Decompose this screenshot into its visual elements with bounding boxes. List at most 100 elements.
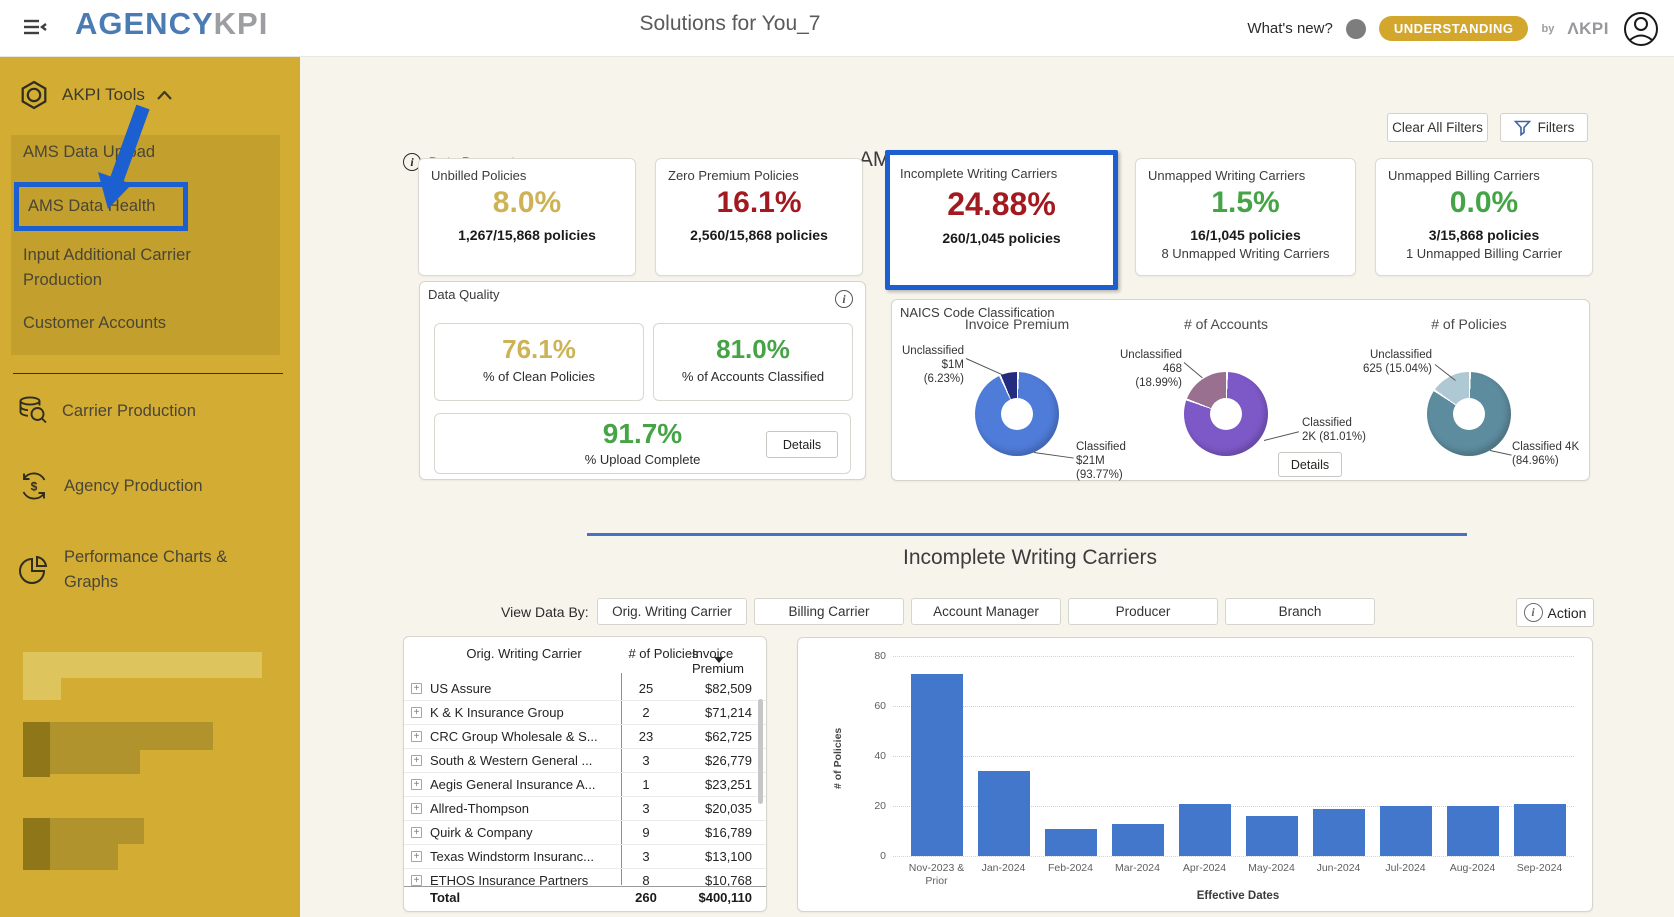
bar-series bbox=[903, 656, 1573, 856]
kpi-card-zero-premium-policies[interactable]: Zero Premium Policies 16.1% 2,560/15,868… bbox=[655, 158, 863, 276]
understanding-badge[interactable]: UNDERSTANDING bbox=[1378, 16, 1529, 41]
sidebar-item-label: Performance Charts & Graphs bbox=[64, 548, 228, 591]
top-header: AGENCYKPI Solutions for You_7 What's new… bbox=[0, 0, 1674, 57]
accounts-classified-metric[interactable]: 81.0% % of Accounts Classified bbox=[653, 323, 853, 401]
view-by-branch[interactable]: Branch bbox=[1225, 598, 1375, 625]
expand-icon[interactable] bbox=[411, 683, 422, 694]
kpi-card-unmapped-billing-carriers[interactable]: Unmapped Billing Carriers 0.0% 3/15,868 … bbox=[1375, 158, 1593, 276]
x-axis-label: Mar-2024 bbox=[1115, 862, 1160, 874]
expand-icon[interactable] bbox=[411, 707, 422, 718]
kpi-title: Zero Premium Policies bbox=[668, 168, 799, 183]
column-header-carrier[interactable]: Orig. Writing Carrier bbox=[434, 646, 614, 661]
kpi-value: 16.1% bbox=[716, 186, 802, 219]
sidebar-item-akpi-tools[interactable]: AKPI Tools bbox=[18, 79, 172, 111]
cell-policies: 2 bbox=[642, 705, 650, 720]
donut-accounts[interactable] bbox=[1184, 372, 1268, 456]
expand-icon[interactable] bbox=[411, 827, 422, 838]
kpi-card-unmapped-writing-carriers[interactable]: Unmapped Writing Carriers 1.5% 16/1,045 … bbox=[1135, 158, 1356, 276]
sort-descending-icon[interactable] bbox=[714, 657, 724, 663]
table-row[interactable]: Allred-Thompson 3 $20,035 bbox=[404, 797, 766, 821]
kpi-card-unbilled-policies[interactable]: Unbilled Policies 8.0% 1,267/15,868 poli… bbox=[418, 158, 636, 276]
kpi-card-incomplete-writing-carriers-highlighted[interactable]: Incomplete Writing Carriers 24.88% 260/1… bbox=[885, 150, 1118, 290]
cell-premium: $23,251 bbox=[705, 777, 752, 792]
hexagon-tools-icon bbox=[18, 79, 50, 111]
details-button[interactable]: Details bbox=[766, 431, 838, 458]
bar-column bbox=[1439, 806, 1506, 856]
x-axis-labels: Nov-2023 & Prior Jan-2024 Feb-2024 Mar-2024… bbox=[903, 862, 1573, 888]
column-header-premium[interactable]: Invoice Premium bbox=[692, 646, 764, 676]
section-title: Incomplete Writing Carriers bbox=[902, 546, 1158, 569]
sidebar-item-performance-charts-graphs[interactable]: Performance Charts & Graphs bbox=[18, 545, 242, 595]
whats-new-link[interactable]: What's new? bbox=[1247, 20, 1332, 37]
expand-icon[interactable] bbox=[411, 779, 422, 790]
notification-dot-icon[interactable] bbox=[1345, 18, 1366, 39]
sidebar-item-label: AKPI Tools bbox=[62, 85, 145, 104]
section-divider bbox=[587, 533, 1467, 536]
filters-button[interactable]: Filters bbox=[1500, 113, 1588, 142]
donut-invoice-premium[interactable] bbox=[975, 372, 1059, 456]
view-by-orig-writing-carrier[interactable]: Orig. Writing Carrier bbox=[597, 598, 747, 625]
metric-value: 81.0% bbox=[716, 334, 790, 364]
cell-carrier: CRC Group Wholesale & S... bbox=[430, 729, 598, 744]
sidebar-item-ams-data-health[interactable]: AMS Data Health bbox=[28, 197, 155, 216]
y-axis-tick: 80 bbox=[874, 650, 886, 662]
table-row[interactable]: Aegis General Insurance A... 1 $23,251 bbox=[404, 773, 766, 797]
clean-policies-metric[interactable]: 76.1% % of Clean Policies bbox=[434, 323, 644, 401]
total-premium: $400,110 bbox=[698, 890, 752, 905]
bar-apr-2024[interactable] bbox=[1178, 803, 1231, 856]
sidebar: AKPI Tools AMS Data Upload AMS Data Heal… bbox=[0, 57, 300, 917]
bar-sep-2024[interactable] bbox=[1513, 803, 1566, 856]
sidebar-item-customer-accounts[interactable]: Customer Accounts bbox=[23, 314, 166, 333]
table-row[interactable]: US Assure 25 $82,509 bbox=[404, 677, 766, 701]
bar-may-2024[interactable] bbox=[1245, 816, 1298, 856]
bar-column bbox=[903, 673, 970, 856]
table-row[interactable]: Texas Windstorm Insuranc... 3 $13,100 bbox=[404, 845, 766, 869]
agencykpi-logo[interactable]: AGENCYKPI bbox=[75, 6, 268, 42]
funnel-icon bbox=[1513, 120, 1531, 136]
sidebar-item-ams-data-upload[interactable]: AMS Data Upload bbox=[23, 143, 155, 162]
clear-all-filters-button[interactable]: Clear All Filters bbox=[1387, 113, 1488, 142]
redacted-sidebar-text bbox=[23, 652, 262, 678]
gridline bbox=[893, 856, 1574, 857]
expand-icon[interactable] bbox=[411, 851, 422, 862]
sidebar-item-agency-production[interactable]: $ Agency Production bbox=[18, 470, 242, 502]
table-row[interactable]: CRC Group Wholesale & S... 23 $62,725 bbox=[404, 725, 766, 749]
upload-complete-metric[interactable]: 91.7% % Upload Complete Details bbox=[434, 413, 851, 474]
view-by-billing-carrier[interactable]: Billing Carrier bbox=[754, 598, 904, 625]
chevron-up-icon[interactable] bbox=[157, 90, 172, 100]
kpi-detail: 3/15,868 policies bbox=[1428, 227, 1540, 243]
bar-jan-2024[interactable] bbox=[977, 771, 1030, 856]
table-row[interactable]: Quirk & Company 9 $16,789 bbox=[404, 821, 766, 845]
sidebar-item-input-additional-carrier-production[interactable]: Input Additional Carrier Production bbox=[23, 243, 198, 293]
user-avatar-icon[interactable] bbox=[1622, 10, 1660, 48]
info-icon[interactable]: i bbox=[835, 290, 853, 308]
callout-line bbox=[965, 358, 1003, 376]
table-row[interactable]: South & Western General ... 3 $26,779 bbox=[404, 749, 766, 773]
donut-title-accounts: # of Accounts bbox=[1183, 316, 1269, 332]
expand-icon[interactable] bbox=[411, 803, 422, 814]
bar-mar-2024[interactable] bbox=[1111, 823, 1164, 856]
view-by-producer[interactable]: Producer bbox=[1068, 598, 1218, 625]
sidebar-item-carrier-production[interactable]: Carrier Production bbox=[18, 395, 240, 427]
expand-icon[interactable] bbox=[411, 875, 422, 886]
cell-premium: $13,100 bbox=[705, 849, 752, 864]
expand-icon[interactable] bbox=[411, 755, 422, 766]
bar-nov-2023-prior[interactable] bbox=[910, 673, 963, 856]
bar-aug-2024[interactable] bbox=[1446, 806, 1499, 856]
donut-policies[interactable] bbox=[1427, 372, 1511, 456]
table-scrollbar[interactable] bbox=[758, 699, 763, 804]
kpi-detail: 2,560/15,868 policies bbox=[690, 227, 828, 243]
expand-icon[interactable] bbox=[411, 731, 422, 742]
view-by-account-manager[interactable]: Account Manager bbox=[911, 598, 1061, 625]
logo-agency: AGENCY bbox=[75, 6, 214, 41]
bar-column bbox=[1372, 806, 1439, 856]
sidebar-collapse-icon[interactable] bbox=[22, 14, 48, 40]
action-button[interactable]: i Action bbox=[1516, 598, 1594, 627]
bar-jun-2024[interactable] bbox=[1312, 808, 1365, 856]
details-button[interactable]: Details bbox=[1278, 452, 1342, 477]
info-icon: i bbox=[1523, 603, 1543, 622]
table-row[interactable]: K & K Insurance Group 2 $71,214 bbox=[404, 701, 766, 725]
callout-line bbox=[1489, 450, 1512, 456]
bar-feb-2024[interactable] bbox=[1044, 828, 1097, 856]
bar-jul-2024[interactable] bbox=[1379, 806, 1432, 856]
